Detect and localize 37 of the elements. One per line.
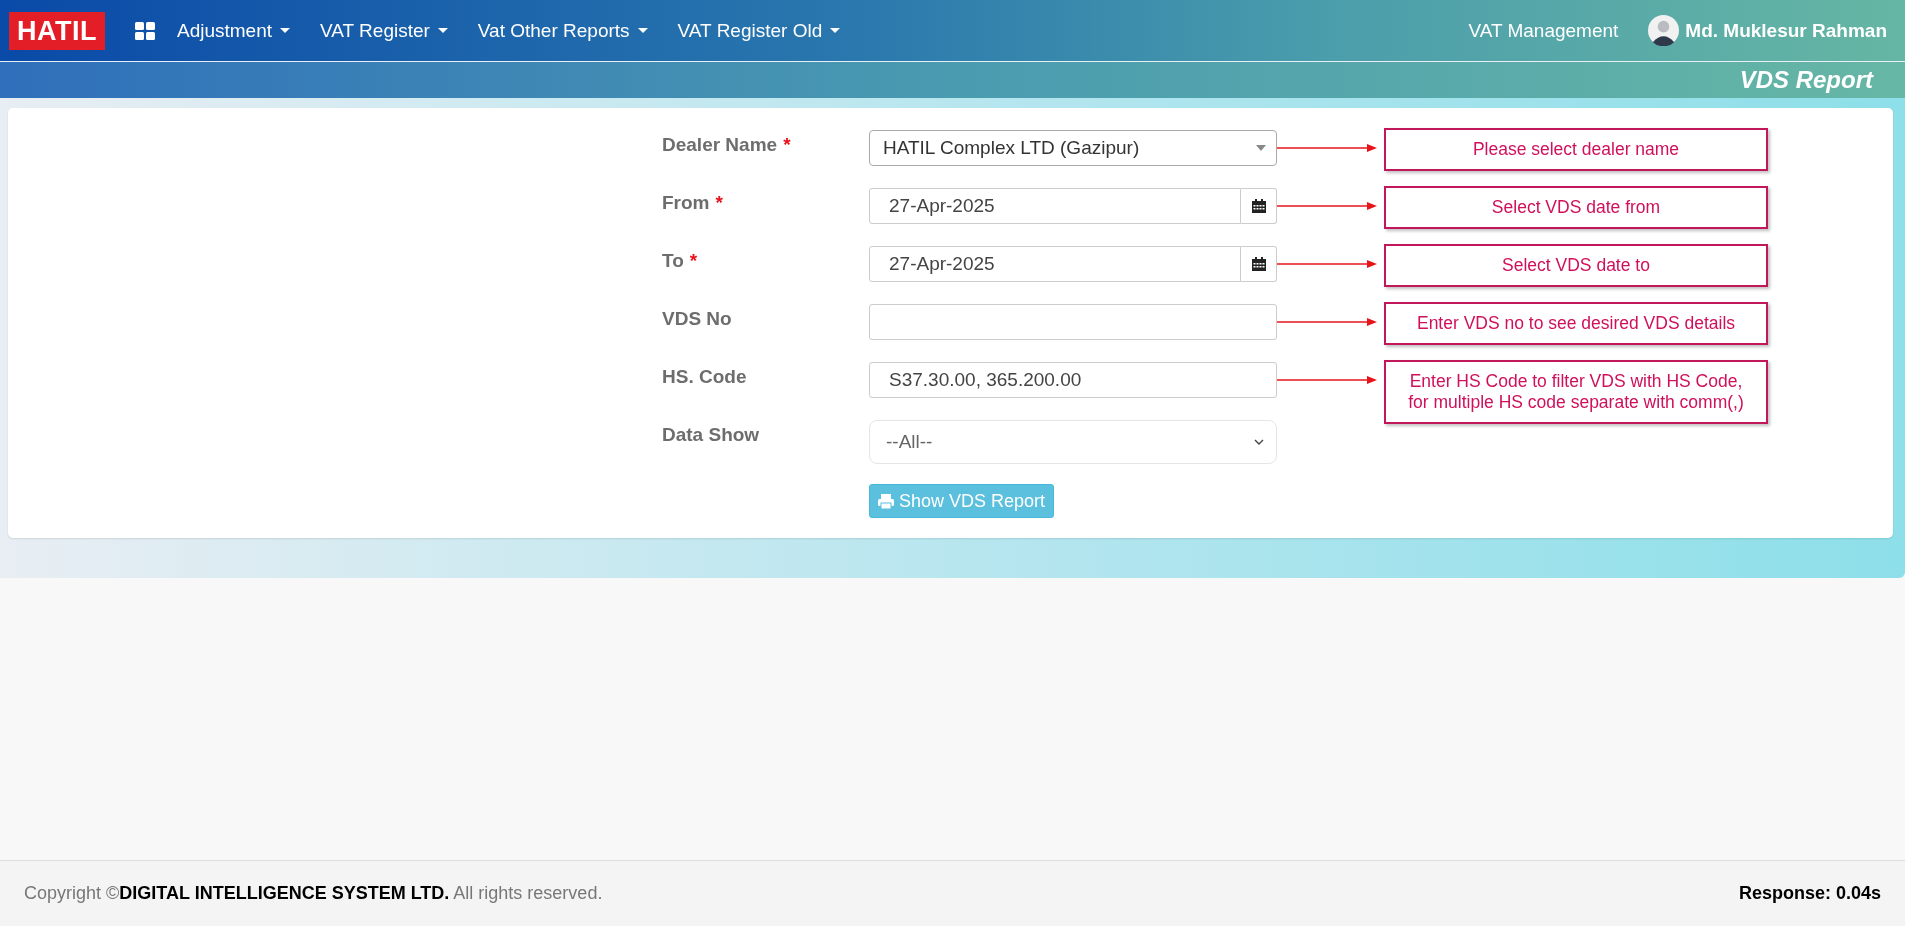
calendar-button[interactable] [1241,188,1277,224]
field-label: To [662,249,684,273]
printer-icon [878,493,894,509]
response-time: Response: 0.04s [1738,883,1881,904]
field-label: VDS No [662,307,732,331]
brand-logo[interactable]: HATIL [9,11,105,50]
chevron-down-icon [1254,439,1264,445]
grid-icon[interactable] [135,21,155,40]
calendar-icon [1251,199,1266,213]
required-asterisk: * [715,191,723,215]
annotation-callout: Enter VDS no to see desired VDS details [1384,302,1768,345]
dealer-select[interactable]: HATIL Complex LTD (Gazipur) [869,130,1277,166]
field-label: HS. Code [662,365,747,389]
dropdown-caret-icon [1256,145,1266,151]
calendar-button[interactable] [1241,246,1277,282]
nav-menu[interactable]: Adjustment [177,19,291,42]
required-asterisk: * [689,249,698,273]
nav-menu[interactable]: VAT Register Old [677,19,841,42]
date-field[interactable]: 27-Apr-2025 [869,246,1241,282]
page-title: VDS Report [1739,66,1873,94]
data-show-select[interactable]: --All-- [869,420,1277,464]
nav-menu[interactable]: VAT Register [320,19,448,42]
input-field[interactable] [869,304,1277,340]
field-label: Data Show [662,423,760,447]
annotation-callout: Enter HS Code to filter VDS with HS Code, for multiple HS code separate with comm(,) [1384,360,1768,424]
input-field[interactable]: S37.30.00, 365.200.00 [869,362,1277,398]
field-label: From [662,191,710,215]
copyright-text: Copyright ©DIGITAL INTELLIGENCE SYSTEM LTD. All rights reserved. [24,883,603,904]
date-field[interactable]: 27-Apr-2025 [869,188,1241,224]
nav-menu[interactable]: Vat Other Reports [477,19,648,42]
field-label: Dealer Name [662,133,778,157]
annotation-callout: Please select dealer name [1384,128,1768,171]
annotation-callout: Select VDS date to [1384,244,1768,287]
required-asterisk: * [783,133,791,157]
annotation-callout: Select VDS date from [1384,186,1768,229]
calendar-icon [1251,257,1266,271]
avatar-icon [1648,15,1680,46]
